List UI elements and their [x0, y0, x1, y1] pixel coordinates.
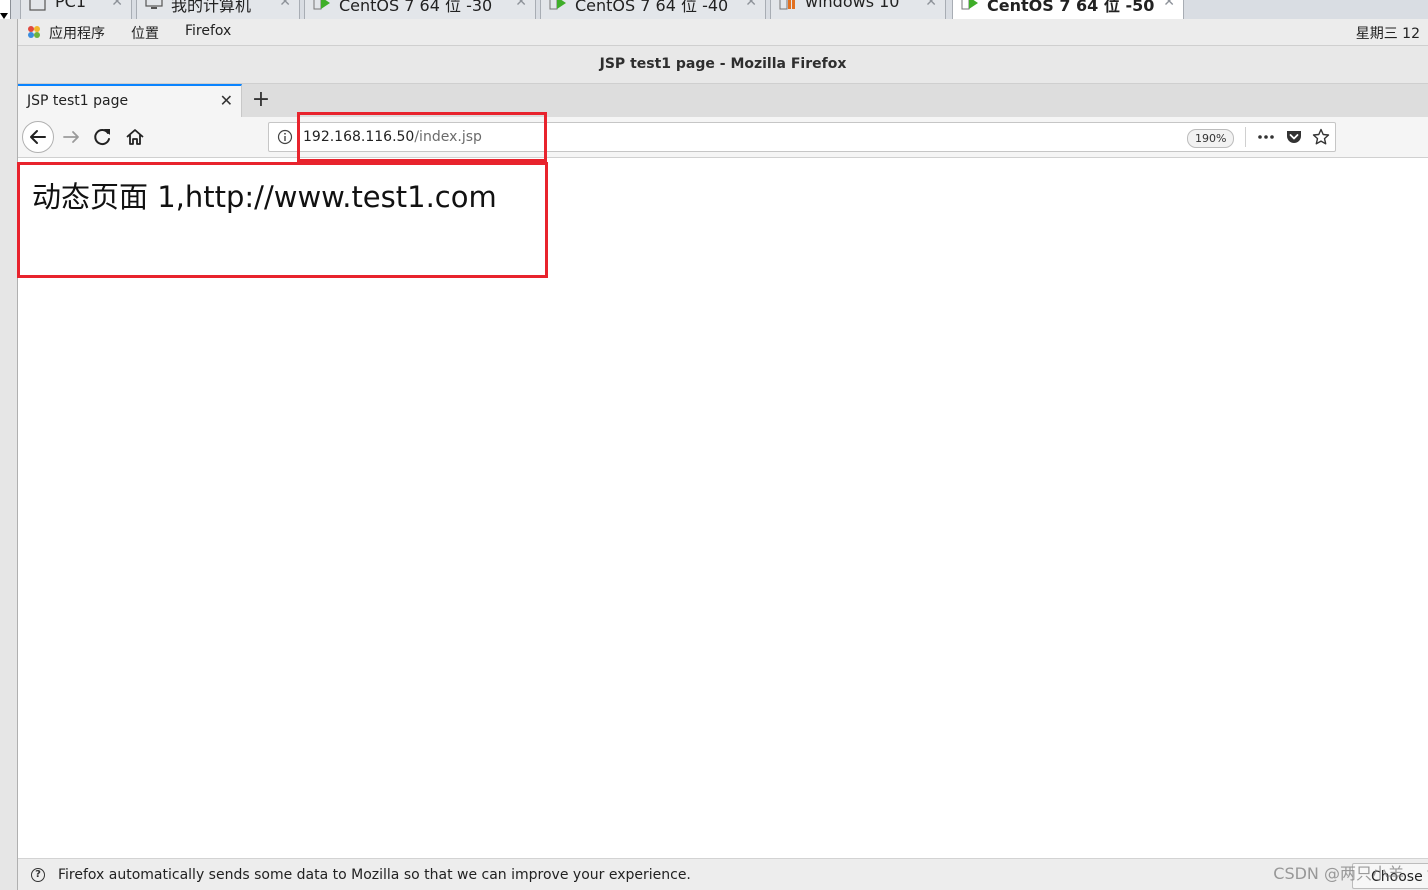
vm-suspended-icon — [779, 0, 795, 10]
vm-tab-pc1[interactable]: PC1 ✕ — [20, 0, 132, 19]
urlbar-separator — [1245, 127, 1246, 147]
back-button[interactable] — [22, 121, 54, 153]
browser-tab-active[interactable]: JSP test1 page ✕ — [18, 84, 242, 117]
vm-tab-label: CentOS 7 64 位 -30 — [339, 0, 493, 15]
window-title: JSP test1 page - Mozilla Firefox — [18, 46, 1428, 84]
close-icon[interactable]: ✕ — [925, 0, 937, 10]
close-icon[interactable]: ✕ — [1163, 0, 1175, 10]
more-actions-icon[interactable] — [1257, 128, 1275, 146]
vm-tab-label: windows 10 — [805, 0, 900, 11]
vm-running-icon — [961, 0, 978, 10]
close-icon[interactable]: ✕ — [111, 0, 123, 10]
reload-icon[interactable] — [89, 123, 117, 151]
vm-machine-icon — [29, 0, 46, 11]
zoom-level-badge[interactable]: 190% — [1187, 129, 1235, 148]
vm-left-frame — [0, 19, 18, 890]
close-icon[interactable]: ✕ — [745, 0, 757, 10]
arrow-left-icon — [30, 130, 46, 144]
applications-icon — [28, 26, 40, 38]
vm-tab-label: 我的计算机 — [171, 0, 252, 15]
question-icon: ? — [31, 868, 45, 882]
csdn-watermark: CSDN @两只小羊 — [1273, 864, 1404, 883]
url-highlight-box — [297, 112, 547, 162]
close-icon[interactable]: ✕ — [279, 0, 291, 10]
browser-tab-strip: JSP test1 page ✕ + — [18, 84, 1428, 117]
home-icon[interactable] — [121, 123, 149, 151]
vm-running-icon — [313, 0, 330, 10]
screen: PC1 ✕ 我的计算机 ✕ CentOS 7 64 位 -30 ✕ CentOS… — [0, 0, 1428, 890]
vm-running-icon — [549, 0, 566, 10]
close-icon[interactable]: ✕ — [515, 0, 527, 10]
tab-title: JSP test1 page — [27, 93, 129, 109]
new-tab-button[interactable]: + — [248, 86, 274, 114]
info-icon[interactable] — [277, 129, 293, 145]
vm-tab-strip: PC1 ✕ 我的计算机 ✕ CentOS 7 64 位 -30 ✕ CentOS… — [0, 0, 1428, 20]
navigation-toolbar: 192.168.116.50/index.jsp 190% — [18, 117, 1428, 158]
gnome-top-bar: 应用程序 位置 Firefox 星期三 12 — [18, 19, 1428, 46]
vm-menu-corner[interactable] — [0, 0, 11, 19]
forward-arrow-icon[interactable] — [58, 123, 86, 151]
notification-text: Firefox automatically sends some data to… — [58, 867, 691, 883]
computer-icon — [145, 0, 163, 9]
firefox-app-menu[interactable]: Firefox — [185, 23, 231, 39]
vm-tab-label: PC1 — [55, 0, 86, 11]
vm-tab-my-computer[interactable]: 我的计算机 ✕ — [136, 0, 300, 19]
vm-tab-centos-30[interactable]: CentOS 7 64 位 -30 ✕ — [304, 0, 536, 19]
vm-tab-centos-40[interactable]: CentOS 7 64 位 -40 ✕ — [540, 0, 766, 19]
bookmark-star-icon[interactable] — [1312, 128, 1330, 146]
places-menu[interactable]: 位置 — [131, 23, 159, 43]
data-reporting-notification: ? Firefox automatically sends some data … — [18, 858, 1428, 890]
close-tab-icon[interactable]: ✕ — [220, 91, 233, 110]
vm-tab-centos-50[interactable]: CentOS 7 64 位 -50 ✕ — [952, 0, 1184, 19]
pocket-icon[interactable] — [1285, 128, 1303, 146]
content-highlight-box — [17, 162, 548, 278]
vm-tab-windows-10[interactable]: windows 10 ✕ — [770, 0, 946, 19]
clock[interactable]: 星期三 12 — [1356, 23, 1420, 43]
applications-menu[interactable]: 应用程序 — [49, 23, 105, 43]
vm-tab-label: CentOS 7 64 位 -50 — [987, 0, 1155, 15]
vm-tab-label: CentOS 7 64 位 -40 — [575, 0, 729, 15]
